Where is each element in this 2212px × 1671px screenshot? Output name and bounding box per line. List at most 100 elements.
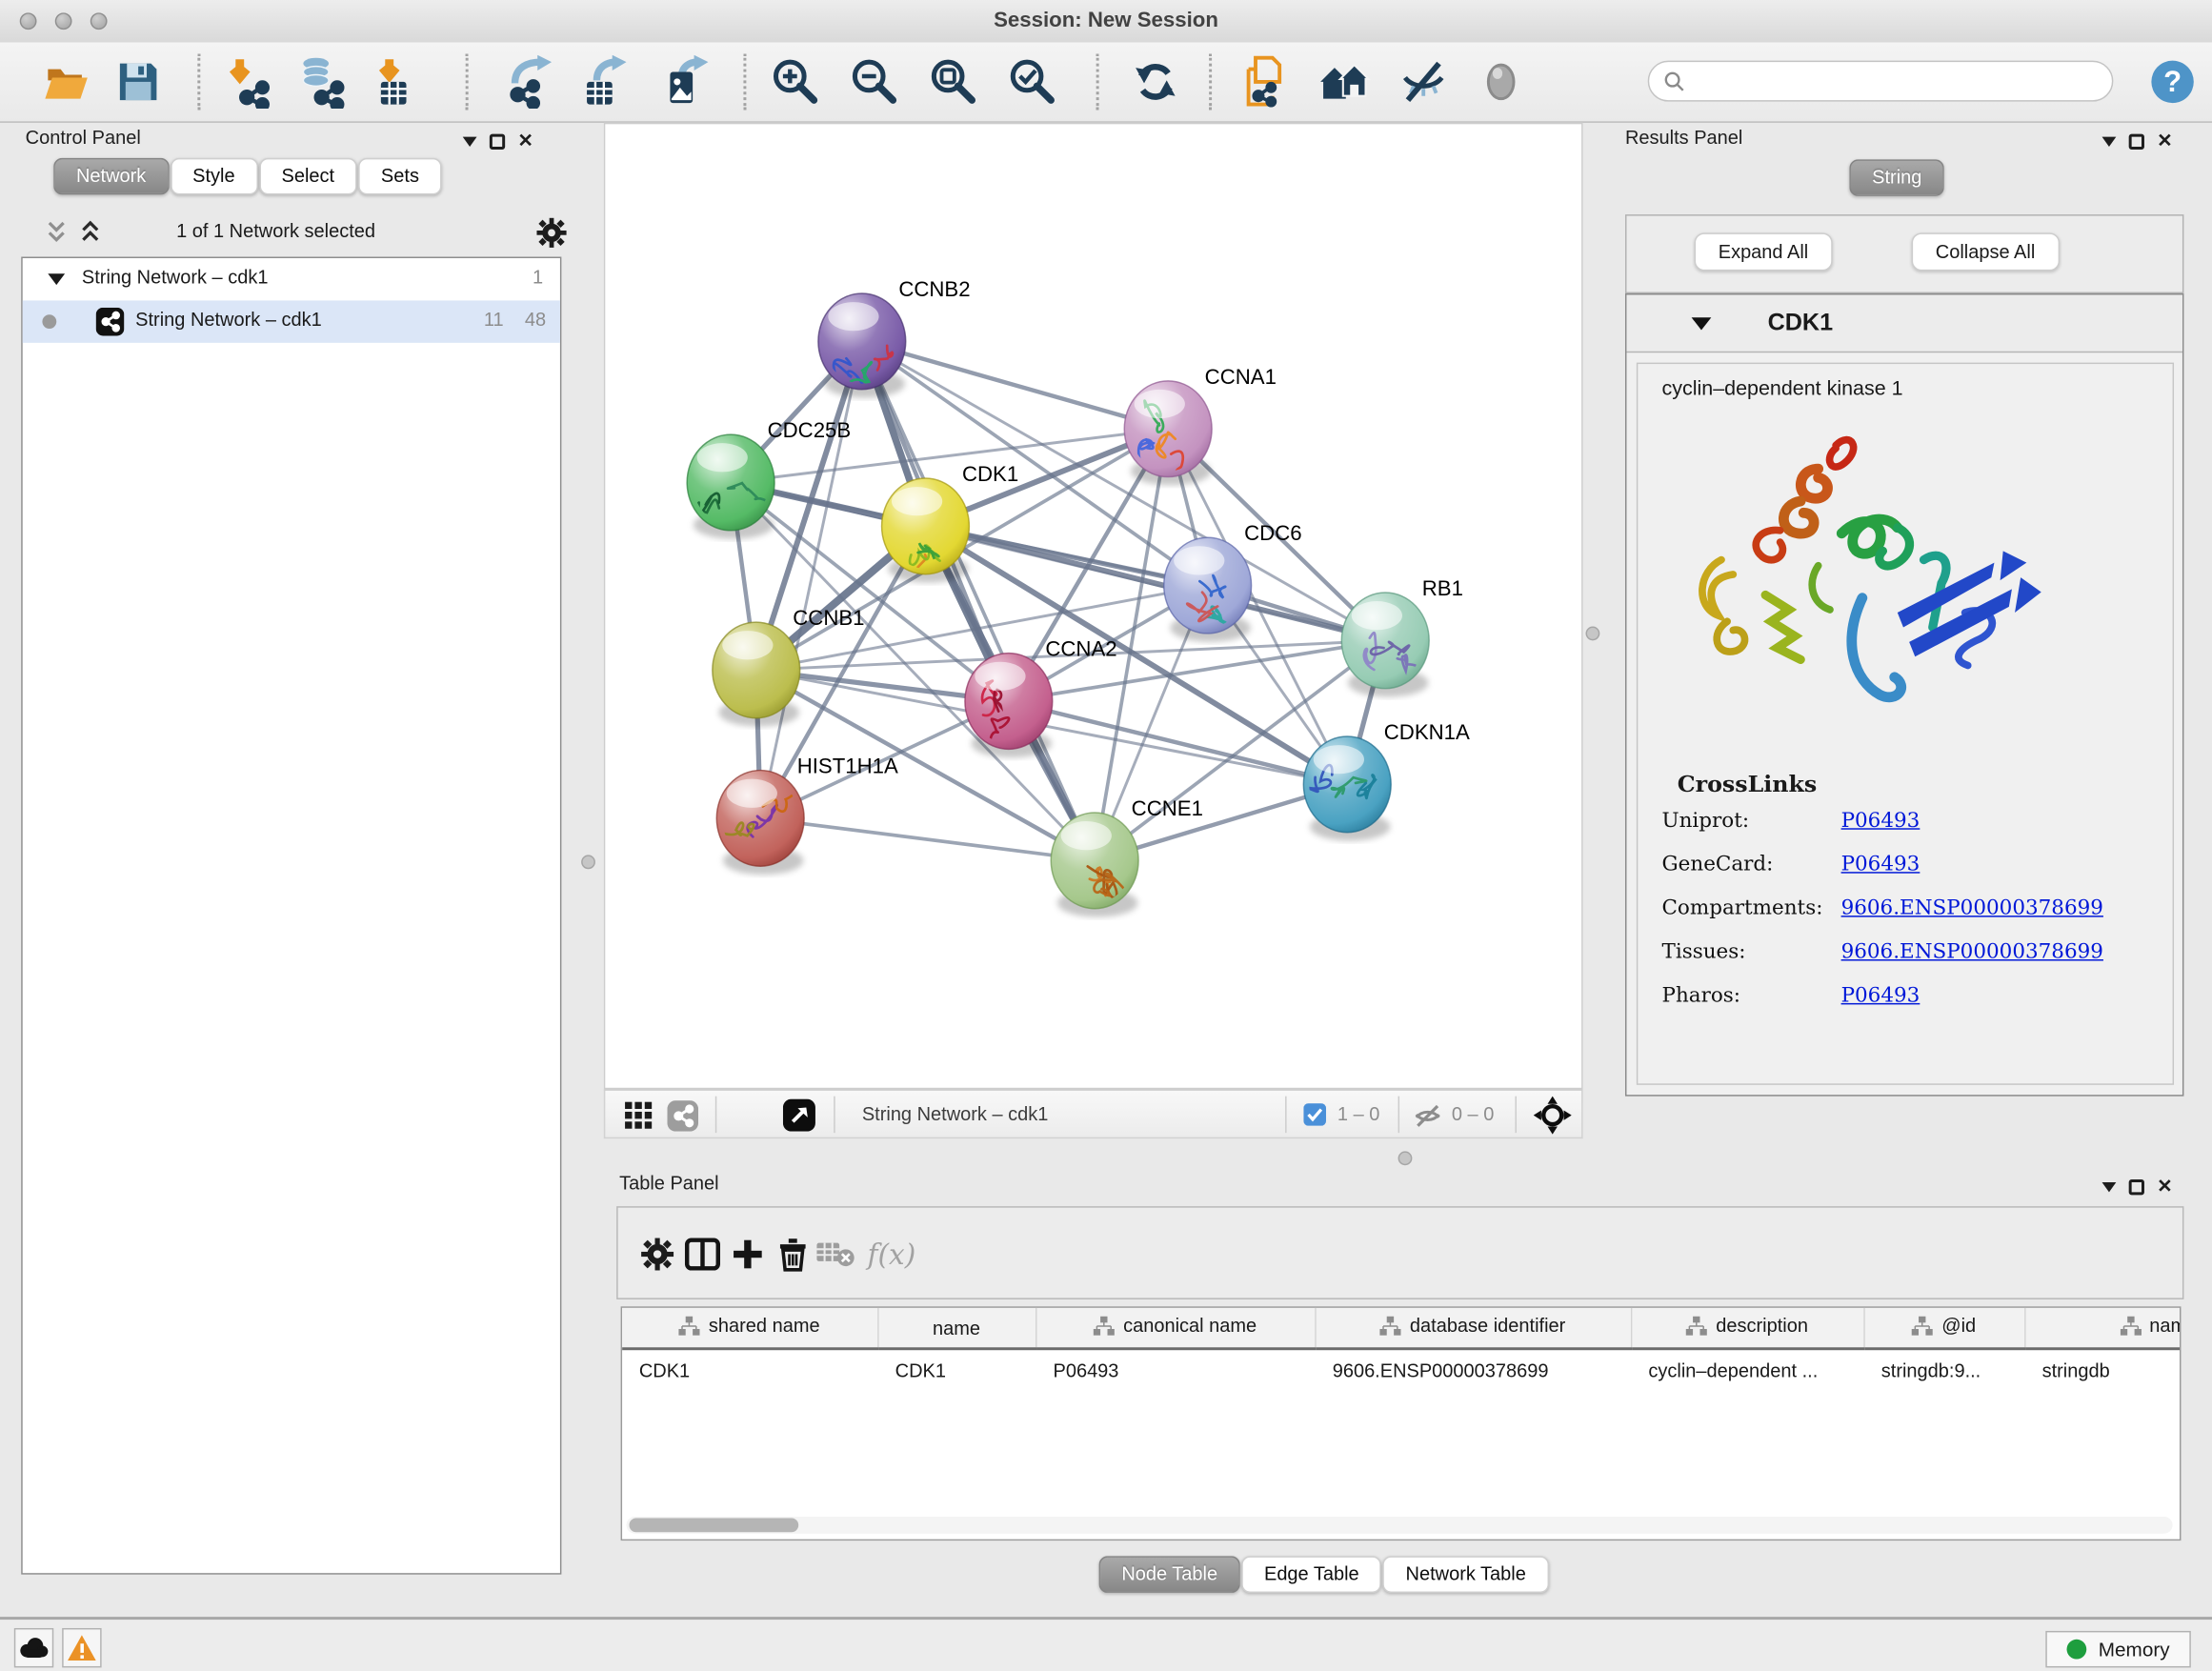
network-node-HIST1H1A[interactable]: HIST1H1A [716, 755, 898, 876]
expand-all-icon[interactable] [79, 220, 102, 246]
table-cell[interactable]: stringdb [2024, 1349, 2181, 1391]
open-session-button[interactable] [35, 50, 97, 112]
hide-selected-button[interactable] [1393, 50, 1455, 112]
horizontal-splitter-handle[interactable] [1398, 1151, 1413, 1165]
node-table[interactable]: shared namenamecanonical namedatabase id… [621, 1306, 2182, 1540]
import-network-file-button[interactable] [217, 50, 279, 112]
table-cell[interactable]: stringdb:9... [1863, 1349, 2024, 1391]
tab-sets[interactable]: Sets [358, 158, 441, 195]
show-all-button[interactable] [1470, 50, 1532, 112]
crosslink-link[interactable]: P06493 [1841, 810, 1920, 833]
tab-select[interactable]: Select [259, 158, 357, 195]
crosslink-link[interactable]: 9606.ENSP00000378699 [1841, 897, 2103, 920]
table-row[interactable]: CDK1CDK1P064939606.ENSP00000378699cyclin… [622, 1349, 2181, 1391]
tab-edge-table[interactable]: Edge Table [1241, 1556, 1381, 1593]
delete-table-button[interactable] [813, 1230, 857, 1278]
first-neighbors-button[interactable] [1314, 50, 1376, 112]
network-edge[interactable] [862, 341, 1168, 429]
refresh-button[interactable] [1124, 50, 1186, 112]
table-cell[interactable]: P06493 [1036, 1349, 1315, 1391]
results-panel-close-icon[interactable]: ✕ [2157, 130, 2172, 152]
crosslink-link[interactable]: P06493 [1841, 985, 1920, 1008]
table-cell[interactable]: 9606.ENSP00000378699 [1315, 1349, 1631, 1391]
import-table-button[interactable] [364, 50, 426, 112]
zoom-fit-button[interactable] [923, 50, 985, 112]
zoom-out-button[interactable] [844, 50, 906, 112]
network-view-icon[interactable] [667, 1100, 698, 1132]
network-edge[interactable] [760, 818, 1095, 860]
cloud-status-button[interactable] [14, 1628, 53, 1667]
table-cell[interactable]: CDK1 [877, 1349, 1036, 1391]
column-header-@id[interactable]: @id [1863, 1308, 2024, 1349]
network-edge[interactable] [925, 526, 1385, 640]
table-panel-close-icon[interactable]: ✕ [2157, 1176, 2172, 1198]
birds-eye-view-icon[interactable] [1534, 1097, 1572, 1135]
collection-expand-icon[interactable] [48, 273, 65, 285]
protein-section-header[interactable]: CDK1 [1626, 295, 2182, 353]
control-panel-close-icon[interactable]: ✕ [517, 130, 533, 152]
network-node-CDK1[interactable]: CDK1 [882, 462, 1019, 583]
delete-column-button[interactable] [771, 1230, 815, 1278]
tab-style[interactable]: Style [170, 158, 257, 195]
gear-icon[interactable] [536, 217, 568, 249]
column-header-database-identifier[interactable]: database identifier [1315, 1308, 1631, 1349]
export-table-button[interactable] [573, 50, 634, 112]
tab-string[interactable]: String [1849, 159, 1944, 196]
network-node-CCNA1[interactable]: CCNA1 [1124, 365, 1277, 486]
function-builder-button[interactable]: f(x) [860, 1230, 922, 1278]
crosslink-link[interactable]: P06493 [1841, 854, 1920, 876]
table-panel-menu-icon[interactable] [2102, 1181, 2117, 1191]
column-header-description[interactable]: description [1631, 1308, 1863, 1349]
warnings-button[interactable] [62, 1628, 101, 1667]
column-header-name[interactable]: name [877, 1308, 1036, 1349]
export-network-button[interactable] [499, 50, 561, 112]
network-row[interactable]: String Network – cdk1 11 48 [23, 300, 560, 342]
right-splitter-handle[interactable] [1586, 627, 1600, 641]
network-node-CCNB2[interactable]: CCNB2 [818, 277, 971, 398]
network-node-CDKN1A[interactable]: CDKN1A [1303, 720, 1470, 841]
network-node-RB1[interactable]: RB1 [1341, 576, 1463, 697]
results-panel-float-icon[interactable] [2129, 133, 2144, 149]
open-in-window-icon[interactable] [783, 1099, 815, 1132]
help-button[interactable]: ? [2142, 50, 2203, 112]
memory-button[interactable]: Memory [2046, 1631, 2191, 1668]
tab-network-table[interactable]: Network Table [1383, 1556, 1549, 1593]
import-network-database-button[interactable] [291, 50, 352, 112]
table-horizontal-scrollbar[interactable] [627, 1517, 2173, 1534]
table-panel-float-icon[interactable] [2129, 1178, 2144, 1194]
show-columns-button[interactable] [680, 1230, 725, 1278]
save-session-button[interactable] [108, 50, 170, 112]
table-settings-button[interactable] [634, 1230, 679, 1278]
zoom-selected-button[interactable] [1001, 50, 1063, 112]
collapse-all-button[interactable]: Collapse All [1912, 232, 2060, 271]
table-cell[interactable]: cyclin–dependent ... [1631, 1349, 1863, 1391]
export-image-button[interactable] [654, 50, 716, 112]
search-field[interactable] [1648, 61, 2114, 102]
expand-all-button[interactable]: Expand All [1695, 232, 1833, 271]
selected-checkbox-icon[interactable] [1303, 1103, 1326, 1126]
new-network-from-selection-button[interactable] [1235, 50, 1297, 112]
scrollbar-thumb[interactable] [629, 1518, 798, 1532]
network-edge[interactable] [862, 341, 1095, 860]
network-canvas[interactable]: CCNB2CCNA1CDC25BCDK1CDC6RB1CCNB1CCNA2CDK… [604, 123, 1583, 1089]
network-node-CDC25B[interactable]: CDC25B [687, 418, 851, 539]
collapse-all-icon[interactable] [45, 220, 68, 246]
zoom-in-button[interactable] [765, 50, 827, 112]
control-panel-menu-icon[interactable] [463, 136, 477, 146]
table-cell[interactable]: CDK1 [622, 1349, 877, 1391]
search-input[interactable] [1686, 70, 2087, 93]
crosslink-link[interactable]: 9606.ENSP00000378699 [1841, 941, 2103, 964]
add-column-button[interactable] [725, 1230, 770, 1278]
column-header-namespace[interactable]: namespace [2024, 1308, 2181, 1349]
results-panel-menu-icon[interactable] [2102, 136, 2117, 146]
network-edge[interactable] [760, 341, 862, 818]
section-collapse-icon[interactable] [1692, 317, 1712, 330]
column-header-canonical-name[interactable]: canonical name [1036, 1308, 1315, 1349]
column-header-shared-name[interactable]: shared name [622, 1308, 877, 1349]
grid-view-icon[interactable] [625, 1102, 654, 1131]
network-collection-row[interactable]: String Network – cdk1 1 [23, 258, 560, 300]
left-splitter-handle[interactable] [581, 855, 595, 869]
tab-network[interactable]: Network [53, 158, 169, 195]
tab-node-table[interactable]: Node Table [1099, 1556, 1240, 1593]
control-panel-float-icon[interactable] [490, 133, 505, 149]
